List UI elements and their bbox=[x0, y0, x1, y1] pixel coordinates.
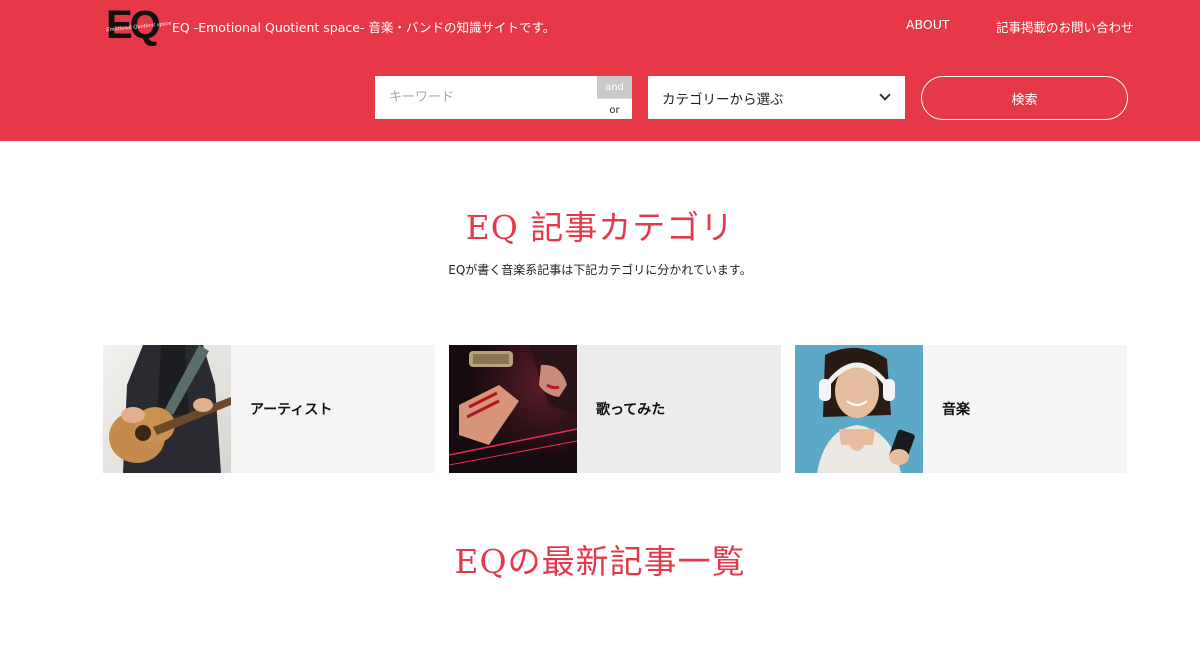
category-card-artist[interactable]: アーティスト bbox=[103, 345, 435, 473]
category-card-label: 歌ってみた bbox=[577, 345, 781, 473]
category-select[interactable]: カテゴリーから選ぶ bbox=[648, 76, 905, 119]
search-button[interactable]: 検索 bbox=[921, 76, 1128, 120]
categories-title: EQ 記事カテゴリ bbox=[465, 208, 735, 247]
site-description: EQ -Emotional Quotient space- 音楽・バンドの知識サ… bbox=[172, 20, 556, 35]
site-logo[interactable]: EQ Emotional Quotient space bbox=[106, 3, 172, 48]
and-button[interactable]: and bbox=[597, 76, 632, 98]
nav-about-link[interactable]: ABOUT bbox=[906, 17, 950, 32]
category-card-music[interactable]: 音楽 bbox=[795, 345, 1127, 473]
category-card-utattemita[interactable]: 歌ってみた bbox=[449, 345, 781, 473]
keyword-search-input[interactable] bbox=[375, 76, 597, 119]
and-or-toggle: and or bbox=[597, 76, 632, 119]
latest-articles-title: EQの最新記事一覧 bbox=[454, 542, 746, 581]
woman-headphones-photo bbox=[795, 345, 923, 473]
guitarist-photo bbox=[103, 345, 231, 473]
category-card-label: アーティスト bbox=[231, 345, 435, 473]
categories-subtitle: EQが書く音楽系記事は下記カテゴリに分かれています。 bbox=[448, 263, 752, 277]
category-select-value: カテゴリーから選ぶ bbox=[662, 91, 784, 108]
singer-microphone-photo bbox=[449, 345, 577, 473]
nav-contact-link[interactable]: 記事掲載のお問い合わせ bbox=[996, 17, 1134, 36]
or-button[interactable]: or bbox=[597, 97, 632, 119]
chevron-down-icon bbox=[879, 89, 891, 101]
site-header: EQ Emotional Quotient space EQ -Emotiona… bbox=[0, 0, 1200, 141]
category-card-label: 音楽 bbox=[923, 345, 1127, 473]
